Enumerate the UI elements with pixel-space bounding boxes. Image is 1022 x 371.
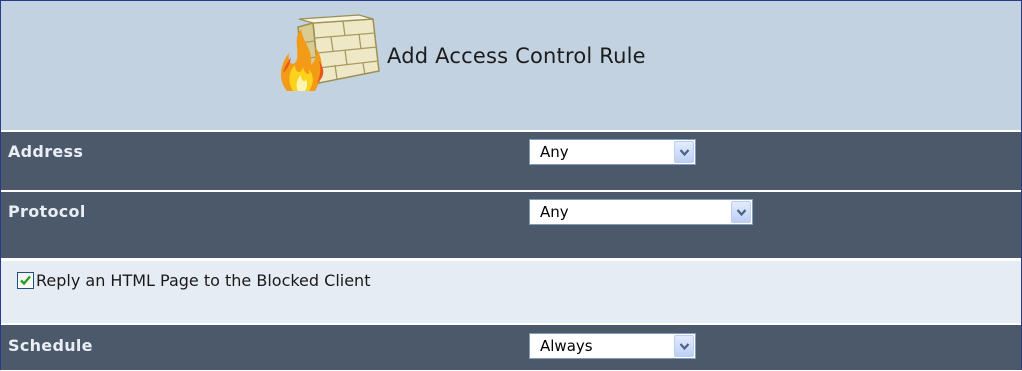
panel-header: Add Access Control Rule xyxy=(1,1,1021,132)
schedule-label: Schedule xyxy=(8,336,93,355)
address-select[interactable]: Any xyxy=(529,139,696,165)
protocol-row: Protocol Any xyxy=(1,192,1021,258)
reply-html-label[interactable]: Reply an HTML Page to the Blocked Client xyxy=(36,261,370,301)
firewall-icon xyxy=(273,13,385,95)
address-label: Address xyxy=(8,142,84,161)
address-select-value: Any xyxy=(540,143,569,161)
schedule-select[interactable]: Always xyxy=(529,333,696,359)
chevron-down-icon[interactable] xyxy=(674,335,694,357)
protocol-label: Protocol xyxy=(8,202,86,221)
address-row: Address Any xyxy=(1,132,1021,190)
reply-html-row: Reply an HTML Page to the Blocked Client xyxy=(1,261,1021,323)
chevron-down-icon[interactable] xyxy=(674,141,694,163)
chevron-down-icon[interactable] xyxy=(731,201,751,223)
reply-html-checkbox[interactable] xyxy=(17,272,34,289)
protocol-select-value: Any xyxy=(540,203,569,221)
schedule-select-value: Always xyxy=(540,337,593,355)
schedule-row: Schedule Always xyxy=(1,325,1021,370)
protocol-select[interactable]: Any xyxy=(529,199,753,225)
page-title: Add Access Control Rule xyxy=(387,44,646,68)
access-control-panel: Add Access Control Rule Address Any Prot… xyxy=(0,0,1022,370)
